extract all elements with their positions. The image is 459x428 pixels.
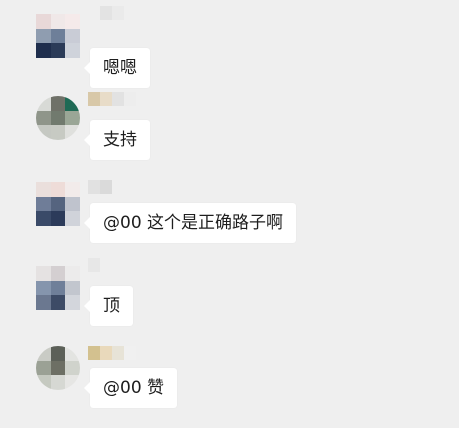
avatar-pixel [36,96,51,111]
avatar-pixel [50,375,66,390]
avatar-pixel [36,196,51,212]
avatar[interactable] [36,266,80,310]
avatar-pixel [50,295,66,310]
name-pixel [100,346,112,360]
sender-name-blurred [88,6,124,20]
name-pixel [124,346,136,360]
name-pixel [100,258,112,272]
avatar-pixel [36,375,51,390]
avatar-pixel [36,211,51,226]
avatar-pixel [50,211,66,226]
avatar-pixel [65,360,80,376]
avatar[interactable] [36,182,80,226]
message-bubble: @00 这个是正确路子啊 [83,203,297,243]
name-pixel [100,92,112,106]
avatar-pixel [65,182,80,197]
avatar-pixel [50,96,66,111]
avatar[interactable] [36,96,80,140]
avatar-pixel [65,14,80,29]
name-pixel [112,92,124,106]
message-bubble: 支持 [84,120,150,160]
avatar-pixel [65,110,80,126]
avatar-pixel [50,346,66,361]
message-item: 顶 [0,258,459,346]
name-pixel [88,346,100,360]
avatar-pixel [36,280,51,296]
sender-name-blurred [88,180,112,194]
name-pixel [88,258,100,272]
message-bubble: 顶 [84,286,133,326]
avatar-pixel [65,346,80,361]
avatar-pixel [36,360,51,376]
avatar-pixel [50,110,66,126]
avatar-pixel [65,196,80,212]
name-pixel [112,346,124,360]
name-pixel [88,92,100,106]
message-bubble: 嗯嗯 [84,48,150,88]
message-item: @00 赞 [0,346,459,428]
name-pixel [88,6,100,20]
avatar-pixel [50,14,66,29]
sender-name-blurred [88,92,136,106]
avatar-pixel [50,28,66,44]
avatar-pixel [50,182,66,197]
avatar-pixel [50,196,66,212]
sender-name-blurred [88,258,112,272]
avatar-pixel [65,375,80,390]
avatar-pixel [36,43,51,58]
name-pixel [124,92,136,106]
name-pixel [88,180,100,194]
avatar-pixel [65,266,80,281]
avatar-pixel [65,211,80,226]
message-item: @00 这个是正确路子啊 [0,180,459,262]
avatar-pixel [65,125,80,140]
avatar-pixel [65,96,80,111]
name-pixel [100,180,112,194]
avatar-pixel [50,266,66,281]
avatar-pixel [36,182,51,197]
avatar-pixel [36,266,51,281]
avatar-pixel [36,346,51,361]
avatar-pixel [36,110,51,126]
sender-name-blurred [88,346,136,360]
name-pixel [112,6,124,20]
message-bubble: @00 赞 [83,368,178,408]
avatar-pixel [36,125,51,140]
avatar-pixel [50,360,66,376]
avatar-pixel [36,28,51,44]
avatar-pixel [50,43,66,58]
name-pixel [100,6,112,20]
avatar-pixel [65,43,80,58]
message-item: 嗯嗯 [0,6,459,92]
avatar-pixel [65,28,80,44]
avatar-pixel [50,125,66,140]
avatar-pixel [50,280,66,296]
avatar-pixel [65,295,80,310]
group-chat-view: { "messages": [ { "text": "嗯嗯", "avatar_… [0,0,459,414]
avatar[interactable] [36,346,80,390]
message-item: 支持 [0,92,459,174]
avatar-pixel [36,14,51,29]
avatar[interactable] [36,14,80,58]
avatar-pixel [36,295,51,310]
avatar-pixel [65,280,80,296]
